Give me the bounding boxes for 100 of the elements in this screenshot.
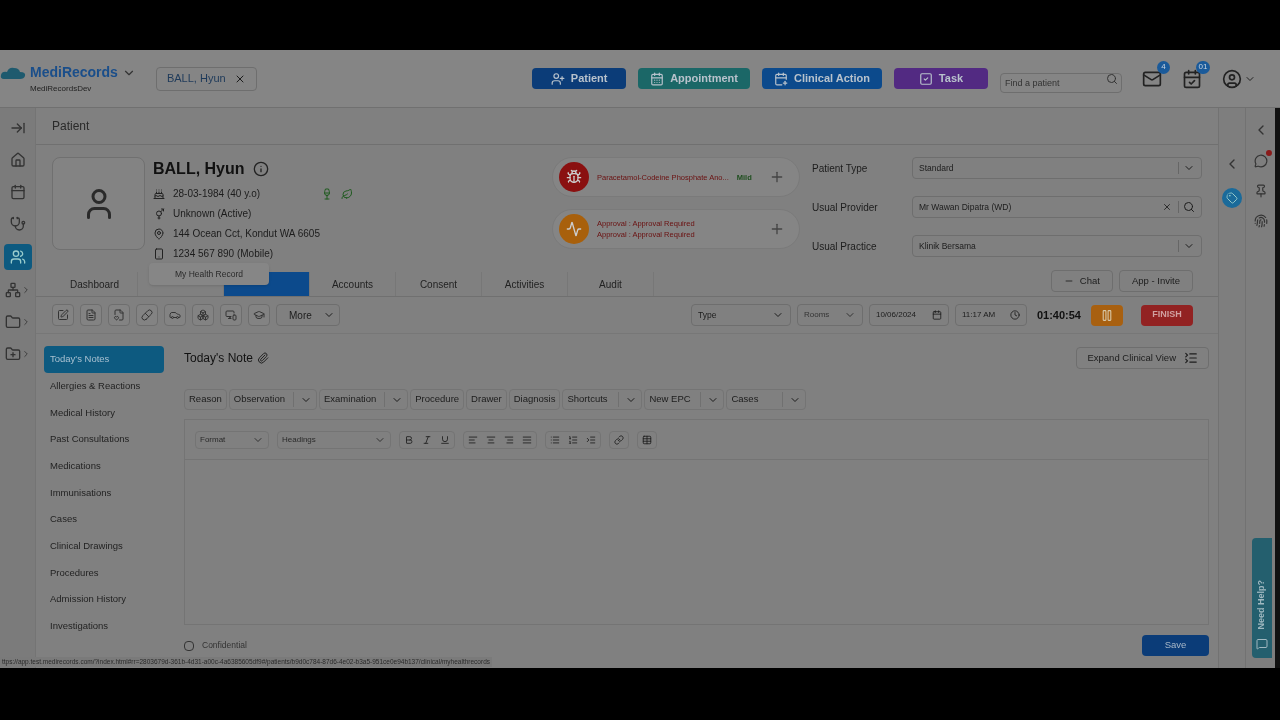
stethoscope-icon[interactable] (9, 216, 26, 232)
nav-item[interactable]: Clinical Drawings (44, 532, 164, 560)
graduation-cap-icon[interactable] (248, 304, 270, 326)
nav-item[interactable]: Investigations (44, 612, 164, 640)
bug-icon (559, 162, 589, 192)
tab[interactable]: Activities (482, 272, 568, 296)
rooms-dropdown[interactable]: Rooms (796, 304, 863, 326)
nav-item[interactable]: Immunisations (44, 479, 164, 507)
car-icon[interactable] (164, 304, 186, 326)
fingerprint-icon[interactable] (1253, 214, 1268, 228)
mail-count-badge: 4 (1157, 60, 1170, 74)
confidential-checkbox[interactable] (184, 640, 194, 651)
nav-item[interactable]: Cases (44, 506, 164, 533)
nav-item[interactable]: Today's Notes (44, 346, 164, 373)
home-icon[interactable] (9, 152, 26, 168)
section-button[interactable]: Diagnosis (508, 389, 561, 410)
action-button[interactable]: Task (894, 68, 988, 89)
chat-button[interactable]: App - Invite (1118, 270, 1193, 292)
section-button[interactable]: Procedure (410, 389, 465, 410)
numbered-list-icon[interactable] (568, 434, 578, 445)
pin-icon[interactable] (1253, 184, 1268, 198)
section-button[interactable]: Cases (726, 389, 807, 410)
add-folder-icon[interactable] (4, 346, 21, 362)
page-title: Patient (52, 118, 90, 135)
profile-icon[interactable] (1222, 68, 1242, 89)
expand-view-button[interactable]: Expand Clinical View (1076, 347, 1209, 369)
screen-icon[interactable] (220, 304, 242, 326)
align-left-icon[interactable] (468, 434, 478, 445)
pause-icon[interactable] (1091, 304, 1123, 326)
help-tab[interactable]: Need Help? (1252, 538, 1272, 658)
link-icon[interactable] (609, 430, 629, 449)
underline-icon[interactable] (440, 434, 450, 445)
calendar-icon[interactable] (9, 184, 26, 200)
heart-document-icon[interactable] (108, 304, 130, 326)
tab[interactable]: Dashboard (52, 272, 138, 296)
action-button[interactable]: Patient (532, 68, 627, 89)
italic-icon[interactable] (422, 434, 432, 445)
add-icon[interactable] (769, 169, 785, 185)
table-icon[interactable] (637, 430, 657, 449)
patient-search-field[interactable]: Find a patient (1000, 72, 1122, 93)
chat-button[interactable]: Chat (1050, 270, 1113, 292)
edit-icon[interactable] (52, 304, 74, 326)
patient-detail: 28-03-1984 (40 y.o) (173, 187, 261, 201)
section-button[interactable]: Drawer (466, 389, 507, 410)
align-center-icon[interactable] (486, 434, 496, 445)
search-icon[interactable] (1106, 72, 1118, 85)
time-field[interactable]: 11:17 AM (954, 304, 1027, 326)
date-field[interactable]: 10/06/2024 (868, 304, 949, 326)
headings-dropdown[interactable]: Headings (277, 430, 391, 449)
section-button[interactable]: Reason (184, 389, 227, 410)
section-button[interactable]: Observation (228, 389, 317, 410)
format-dropdown[interactable]: Format (195, 430, 269, 449)
patient-detail: 1234 567 890 (Mobile) (173, 247, 274, 261)
clear-icon[interactable] (1162, 202, 1172, 212)
expand-menu-icon[interactable] (9, 120, 26, 136)
type-dropdown[interactable]: Type (690, 304, 791, 326)
patients-nav-icon[interactable] (3, 244, 32, 270)
finish-button[interactable]: FINISH (1141, 304, 1193, 326)
nav-item[interactable]: Admission History (44, 586, 164, 613)
tab[interactable]: Audit (568, 272, 654, 296)
search-icon[interactable] (1183, 201, 1195, 213)
organisation-name: MediRecordsDev (29, 83, 93, 95)
note-editor[interactable]: Format Headings (184, 419, 1209, 625)
add-icon[interactable] (769, 221, 785, 237)
chat-icon[interactable] (1253, 154, 1268, 168)
nav-item[interactable]: Allergies & Reactions (44, 372, 164, 400)
tab[interactable]: Accounts (310, 272, 396, 296)
bullet-list-icon[interactable] (550, 434, 560, 445)
tag-icon[interactable] (1222, 188, 1242, 208)
more-dropdown[interactable]: More (276, 304, 340, 326)
boxes-icon[interactable] (192, 304, 214, 326)
tooltip: My Health Record (149, 263, 269, 285)
justify-icon[interactable] (522, 434, 532, 445)
section-button[interactable]: Shortcuts (562, 389, 643, 410)
cloud-logo-icon (0, 65, 26, 80)
save-button[interactable]: Save (1142, 635, 1209, 656)
glass-icon (321, 187, 333, 200)
action-button[interactable]: Appointment (638, 68, 750, 89)
note-title: Today's Note (184, 350, 253, 367)
action-button[interactable]: Clinical Action (762, 68, 882, 89)
nav-item[interactable]: Procedures (44, 559, 164, 587)
phone-icon (153, 247, 165, 260)
calendar-check-icon[interactable] (1182, 68, 1202, 89)
paperclip-icon[interactable] (257, 352, 269, 364)
align-right-icon[interactable] (504, 434, 514, 445)
bold-icon[interactable] (404, 434, 414, 445)
nav-item[interactable]: Medical History (44, 399, 164, 427)
indent-icon[interactable] (586, 434, 596, 445)
network-icon[interactable] (4, 282, 21, 298)
nav-item[interactable]: Medications (44, 452, 164, 480)
tab[interactable]: Consent (396, 272, 482, 296)
pill-icon[interactable] (136, 304, 158, 326)
document-icon[interactable] (80, 304, 102, 326)
section-button[interactable]: New EPC (644, 389, 725, 410)
brand-name: MediRecords (30, 63, 118, 82)
nav-item[interactable]: Past Consultations (44, 426, 164, 453)
folder-icon[interactable] (4, 314, 21, 330)
info-icon[interactable] (252, 161, 269, 177)
user-plus-icon (550, 71, 565, 86)
section-button[interactable]: Examination (319, 389, 409, 410)
